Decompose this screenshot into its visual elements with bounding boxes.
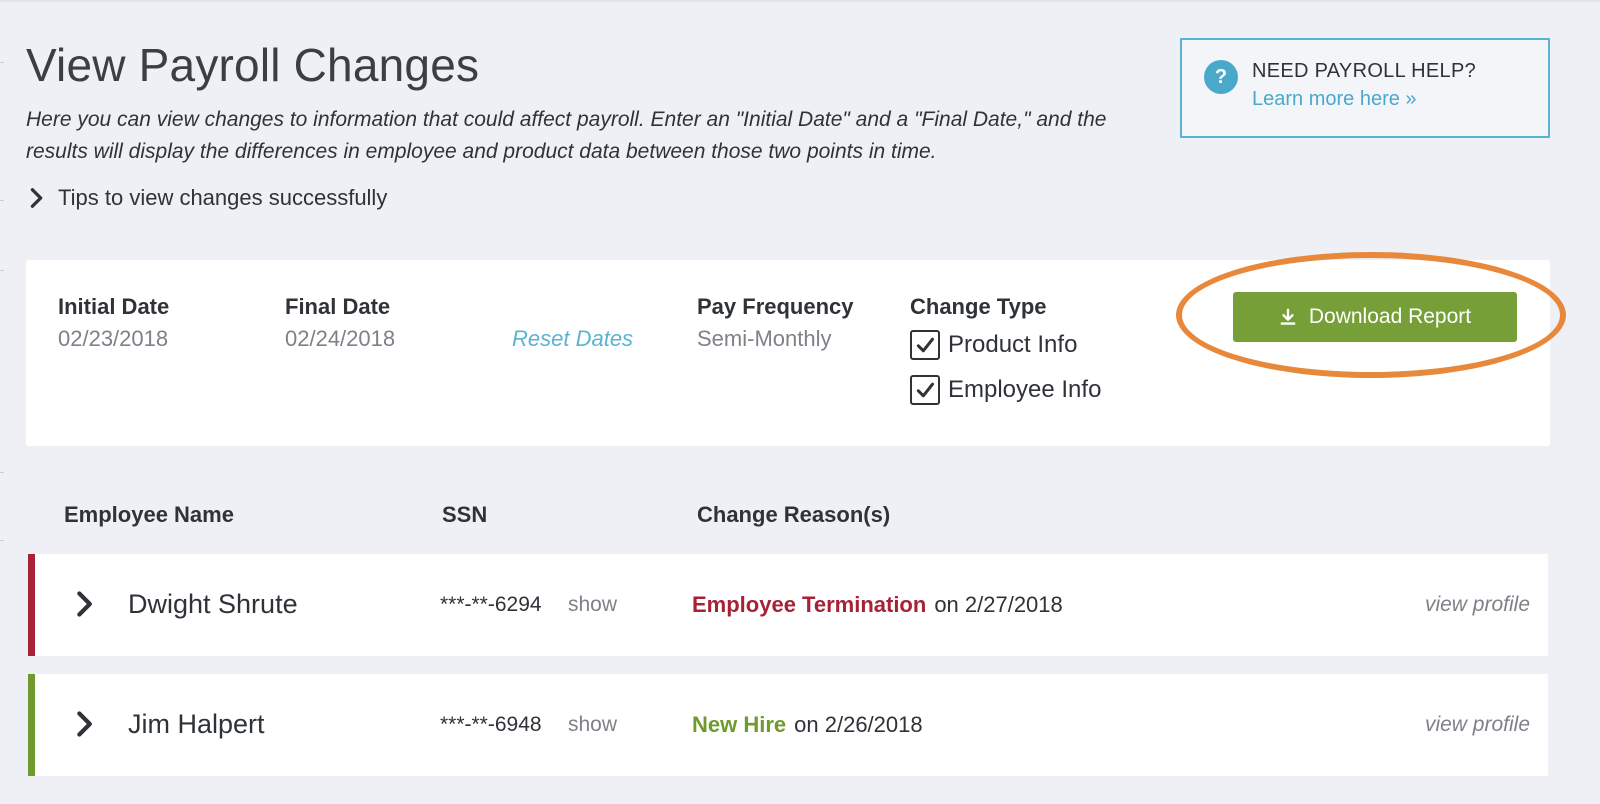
chevron-right-icon xyxy=(30,188,43,208)
pay-frequency-value: Semi-Monthly xyxy=(697,326,832,351)
employee-info-checkbox-row[interactable]: Employee Info xyxy=(910,375,1101,405)
tips-label: Tips to view changes successfully xyxy=(58,185,388,210)
change-reason-label: Employee Termination xyxy=(692,592,927,617)
show-ssn-link[interactable]: show xyxy=(568,593,617,617)
edge-tick xyxy=(0,472,4,473)
download-icon xyxy=(1280,308,1296,325)
product-info-checkbox-row[interactable]: Product Info xyxy=(910,330,1077,360)
employee-name: Dwight Shrute xyxy=(128,589,298,619)
product-info-checkbox[interactable] xyxy=(910,330,940,360)
initial-date-value[interactable]: 02/23/2018 xyxy=(58,326,168,352)
employee-name: Jim Halpert xyxy=(128,709,265,739)
table-row: Dwight Shrute ***-**-6294 show Employee … xyxy=(28,554,1548,656)
change-reason-label: New Hire xyxy=(692,712,787,737)
row-status-bar xyxy=(28,554,35,656)
tips-toggle[interactable]: Tips to view changes successfully xyxy=(26,182,387,214)
page-description: Here you can view changes to information… xyxy=(26,108,1107,163)
view-profile-link[interactable]: view profile xyxy=(1425,713,1530,737)
chevron-right-icon[interactable] xyxy=(70,710,98,738)
payroll-help-box: ? NEED PAYROLL HELP? Learn more here » xyxy=(1180,38,1550,138)
edge-tick xyxy=(0,270,4,271)
employee-info-label: Employee Info xyxy=(948,376,1102,403)
table-row: Jim Halpert ***-**-6948 show New Hire on … xyxy=(28,674,1548,776)
edge-tick xyxy=(0,200,4,201)
chevron-right-icon[interactable] xyxy=(70,590,98,618)
change-reason-date: on 2/27/2018 xyxy=(934,592,1063,617)
column-header-ssn: SSN xyxy=(442,502,488,527)
product-info-label: Product Info xyxy=(948,331,1078,358)
row-status-bar xyxy=(28,674,35,776)
view-profile-link[interactable]: view profile xyxy=(1425,593,1530,617)
download-report-button[interactable]: Download Report xyxy=(1233,292,1517,342)
page-title: View Payroll Changes xyxy=(26,39,480,91)
pay-frequency-label: Pay Frequency xyxy=(697,294,854,319)
final-date-value[interactable]: 02/24/2018 xyxy=(285,326,395,352)
change-reason: New Hire on 2/26/2018 xyxy=(692,712,923,738)
change-type-label: Change Type xyxy=(910,294,1047,319)
learn-more-link[interactable]: Learn more here » xyxy=(1252,88,1417,111)
download-report-label: Download Report xyxy=(1308,305,1472,328)
initial-date-label: Initial Date xyxy=(58,294,170,319)
question-icon: ? xyxy=(1204,60,1238,94)
change-reason: Employee Termination on 2/27/2018 xyxy=(692,592,1063,618)
ssn-masked: ***-**-6948 xyxy=(440,713,542,736)
column-header-change-reason: Change Reason(s) xyxy=(697,502,891,527)
reset-dates-link[interactable]: Reset Dates xyxy=(512,326,633,352)
edge-tick xyxy=(0,540,4,541)
show-ssn-link[interactable]: show xyxy=(568,713,617,737)
column-header-employee-name: Employee Name xyxy=(64,502,234,527)
help-title: NEED PAYROLL HELP? xyxy=(1252,60,1477,82)
edge-tick xyxy=(0,62,4,63)
checkmark-icon xyxy=(916,337,934,353)
top-divider xyxy=(0,0,1600,2)
checkmark-icon xyxy=(916,382,934,398)
employee-info-checkbox[interactable] xyxy=(910,375,940,405)
ssn-masked: ***-**-6294 xyxy=(440,593,542,616)
change-reason-date: on 2/26/2018 xyxy=(794,712,923,737)
final-date-label: Final Date xyxy=(285,294,391,319)
filter-panel: Initial Date 02/23/2018 Final Date 02/24… xyxy=(26,260,1550,446)
